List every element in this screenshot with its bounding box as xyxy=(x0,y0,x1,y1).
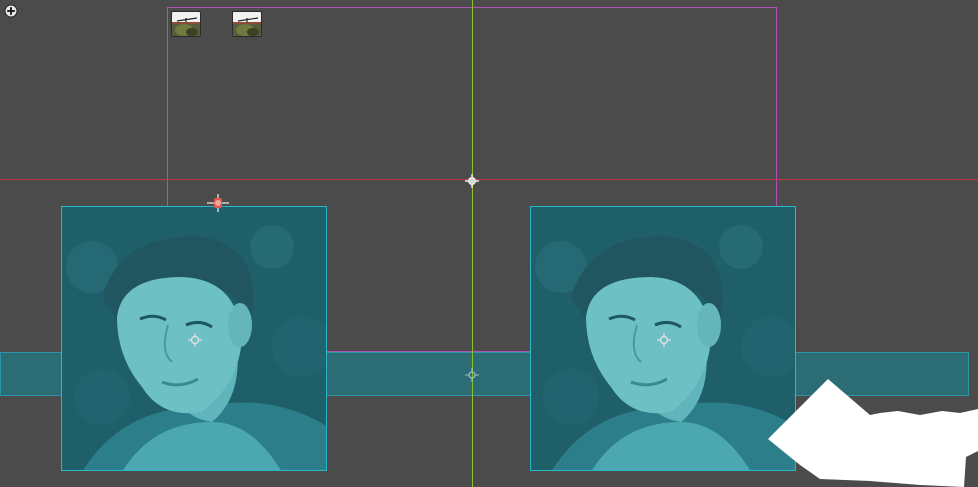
portrait-sprite-right[interactable] xyxy=(530,206,796,471)
anchor-pin-icon[interactable] xyxy=(207,194,229,212)
image-thumbnail-icon[interactable] xyxy=(232,11,262,37)
crosshair-icon[interactable] xyxy=(465,173,479,188)
crosshair-icon[interactable] xyxy=(657,332,671,347)
crosshair-icon[interactable] xyxy=(465,367,479,382)
horizontal-guide[interactable] xyxy=(0,179,978,180)
crosshair-icon[interactable] xyxy=(188,332,202,347)
image-thumbnail-icon[interactable] xyxy=(171,11,201,37)
portrait-sprite-left[interactable] xyxy=(61,206,327,471)
editor-canvas[interactable] xyxy=(0,0,978,487)
white-shape-overlay xyxy=(760,375,978,487)
vertical-guide[interactable] xyxy=(472,0,473,487)
add-icon[interactable] xyxy=(4,3,18,18)
